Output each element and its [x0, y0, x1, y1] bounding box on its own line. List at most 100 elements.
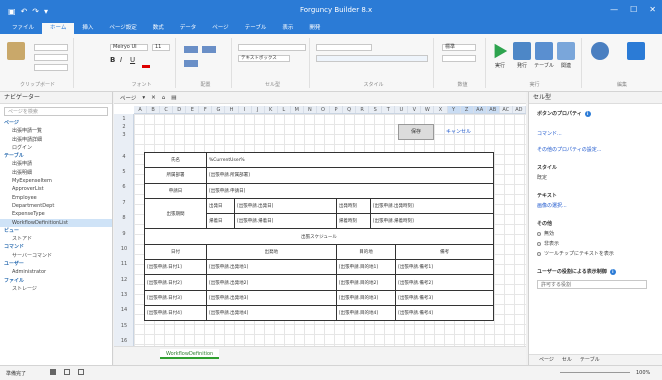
checkbox-icon[interactable] — [537, 241, 541, 246]
property-item[interactable]: 画像の選択... — [537, 202, 567, 209]
property-item[interactable]: コマンド... — [537, 130, 562, 137]
cut-button[interactable] — [34, 44, 68, 51]
table-button[interactable]: テーブル — [534, 42, 554, 69]
column-header-cell[interactable]: W — [421, 106, 435, 113]
home-icon[interactable]: ⌂ — [162, 95, 166, 101]
checkbox-icon[interactable] — [537, 231, 541, 236]
form-value[interactable]: [出張申請.出発日] — [234, 197, 337, 215]
list-icon[interactable]: ▤ — [171, 95, 176, 101]
detail-cell[interactable]: [出張申請.目的地1] — [335, 259, 397, 276]
customize-icon[interactable]: ▾ — [44, 7, 48, 16]
tab-home[interactable]: ホーム — [42, 23, 75, 34]
detail-cell[interactable]: [出張申請.出発地1] — [206, 259, 337, 276]
column-header-cell[interactable]: L — [278, 106, 291, 113]
italic-button[interactable]: I — [120, 56, 122, 64]
navigator-item[interactable]: ApproverList — [0, 185, 112, 193]
row-header-cell[interactable]: 1 — [114, 116, 134, 122]
detail-cell[interactable]: [出張申請.備考1] — [395, 259, 494, 276]
row-header-cell[interactable]: 15 — [114, 323, 134, 329]
chevron-down-icon[interactable]: ▾ — [142, 95, 145, 101]
detail-cell[interactable]: [出張申請.出発地3] — [206, 289, 337, 306]
column-header-cell[interactable]: I — [239, 106, 252, 113]
doc-tab-page[interactable]: ページ — [120, 94, 136, 102]
save-icon[interactable]: ▣ — [8, 7, 16, 16]
row-header-cell[interactable]: 9 — [114, 231, 134, 237]
column-header-cell[interactable]: AD — [513, 106, 526, 113]
navigator-group[interactable]: コマンド — [0, 243, 112, 251]
cancel-link[interactable]: キャンセル — [446, 128, 471, 135]
column-header-cell[interactable]: H — [225, 106, 239, 113]
cell-type-top[interactable] — [238, 44, 306, 51]
column-header-cell[interactable]: K — [265, 106, 278, 113]
tab-page[interactable]: ページ — [204, 23, 236, 34]
run-button[interactable]: 実行 — [490, 42, 510, 69]
navigator-item[interactable]: 出張申請 — [0, 160, 112, 168]
navigator-item[interactable]: ExpenseType — [0, 210, 112, 218]
font-name-select[interactable]: Meiryo UI — [110, 44, 148, 51]
column-header-cell[interactable]: N — [304, 106, 317, 113]
sheet-tab[interactable]: WorkflowDefinition — [160, 349, 220, 359]
column-header-cell[interactable]: S — [369, 106, 383, 113]
column-header-cell[interactable]: X — [434, 106, 448, 113]
property-input[interactable]: 許可する役割 — [537, 280, 647, 289]
detail-cell[interactable]: [出張申請.日付1] — [144, 259, 207, 276]
column-header-cell[interactable]: O — [317, 106, 330, 113]
column-header-cell[interactable]: AB — [486, 106, 500, 113]
property-item[interactable]: その他のプロパティの設定... — [537, 146, 601, 153]
column-header-cell[interactable]: Q — [343, 106, 357, 113]
publish-button[interactable]: 発行 — [512, 42, 532, 69]
row-header-cell[interactable]: 11 — [114, 261, 134, 267]
underline-button[interactable]: U — [130, 56, 135, 64]
navigator-item[interactable]: Employee — [0, 194, 112, 202]
tab-table[interactable]: テーブル — [237, 23, 275, 34]
tab-developer[interactable]: 開発 — [301, 23, 328, 34]
navigator-group[interactable]: テーブル — [0, 152, 112, 160]
navigator-group[interactable]: ビュー — [0, 227, 112, 235]
detail-cell[interactable]: [出張申請.備考3] — [395, 289, 494, 306]
info-icon[interactable]: i — [609, 268, 616, 275]
column-header-cell[interactable]: V — [408, 106, 422, 113]
style-gallery[interactable] — [316, 55, 428, 62]
navigator-item[interactable]: 出張申請詳細 — [0, 136, 112, 144]
property-item[interactable]: ツールチップにテキストを表示 — [537, 250, 614, 257]
redo-icon[interactable]: ↷ — [32, 7, 39, 16]
font-size-select[interactable]: 11 — [152, 44, 170, 51]
detail-cell[interactable]: [出張申請.目的地2] — [335, 274, 397, 291]
save-button[interactable]: 保存 — [398, 124, 434, 140]
column-header-cell[interactable]: AC — [500, 106, 513, 113]
column-header-cell[interactable]: M — [291, 106, 304, 113]
row-header-cell[interactable]: 10 — [114, 246, 134, 252]
form-value[interactable]: [出張申請.帰着日] — [234, 213, 337, 230]
row-header-cell[interactable]: 3 — [114, 132, 134, 138]
view-grid-icon[interactable] — [64, 369, 70, 375]
zoom-slider[interactable] — [560, 372, 630, 373]
tab-page-props[interactable]: ページ — [539, 355, 554, 365]
navigator-item[interactable]: ストアド — [0, 235, 112, 243]
detail-cell[interactable]: [出張申請.備考2] — [395, 274, 494, 291]
navigator-group[interactable]: ユーザー — [0, 260, 112, 268]
align-right-icon[interactable] — [184, 60, 198, 67]
navigator-item[interactable]: 出張明細 — [0, 169, 112, 177]
share-button[interactable] — [624, 42, 648, 62]
row-header-cell[interactable]: 4 — [114, 154, 134, 160]
column-header-cell[interactable]: Y — [447, 106, 461, 113]
column-header-cell[interactable]: F — [199, 106, 213, 113]
find-button[interactable] — [588, 42, 612, 62]
close-button[interactable]: ✕ — [649, 5, 656, 14]
detail-cell[interactable]: [出張申請.日付4] — [144, 304, 207, 322]
relation-button[interactable]: 関連 — [556, 42, 576, 69]
navigator-item[interactable]: ログイン — [0, 144, 112, 152]
tab-file[interactable]: ファイル — [4, 23, 42, 34]
navigator-item[interactable]: DepartmentDept — [0, 202, 112, 210]
spreadsheet-grid[interactable]: 1 2 3 4 5 6 7 8 9 10 11 12 13 14 15 16 保存 キャンセル 氏名 %Cur… — [114, 114, 526, 346]
detail-cell[interactable]: [出張申請.出発地4] — [206, 304, 337, 322]
form-value[interactable]: [出張申請.所属部署] — [206, 167, 494, 184]
close-icon[interactable]: ✕ — [151, 95, 156, 101]
tab-data[interactable]: データ — [172, 23, 205, 34]
column-header-cell[interactable]: P — [330, 106, 343, 113]
copy-button[interactable] — [34, 54, 68, 61]
row-header-cell[interactable]: 16 — [114, 338, 134, 344]
row-header-cell[interactable]: 14 — [114, 307, 134, 313]
tab-view[interactable]: 表示 — [274, 23, 301, 34]
view-layout-icon[interactable] — [78, 369, 84, 375]
